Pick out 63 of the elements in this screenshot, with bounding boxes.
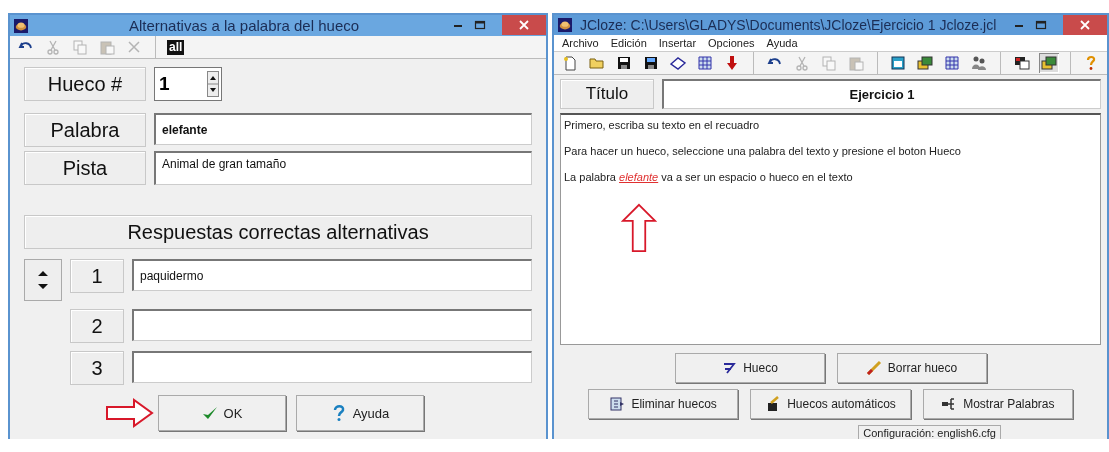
status-text: Configuración: english6.cfg <box>858 425 1001 439</box>
close-icon[interactable] <box>1080 20 1090 30</box>
delete-gaps-button[interactable]: Eliminar huecos <box>588 389 739 419</box>
grid-icon[interactable] <box>944 55 960 71</box>
pointer-arrow <box>106 398 154 428</box>
word-field[interactable]: elefante <box>154 113 532 145</box>
close-button[interactable] <box>1063 15 1107 35</box>
spin-arrows-icon[interactable] <box>207 71 219 97</box>
gap-icon[interactable] <box>721 360 738 376</box>
field-label: Palabra <box>24 113 146 147</box>
monitors-icon[interactable] <box>1040 55 1057 71</box>
window-title: Alternativas a la palabra del hueco <box>127 17 361 34</box>
gap-word: elefante <box>619 171 659 183</box>
field-label: Pista <box>24 151 146 185</box>
monitors-icon[interactable] <box>917 55 933 71</box>
pointer-arrow <box>621 203 657 253</box>
menu-item[interactable]: Archivo <box>562 37 599 49</box>
clue-field[interactable]: Animal de gran tamaño <box>154 151 532 185</box>
answer-field[interactable]: paquidermo <box>132 259 532 291</box>
answer-field[interactable] <box>132 309 532 341</box>
section-heading: Respuestas correctas alternativas <box>24 215 532 249</box>
paragraph: La palabra elefante va a ser un espacio o hueco en el texto <box>564 171 854 183</box>
spin-box[interactable]: 1 <box>154 67 222 101</box>
erase-gap-button[interactable]: Borrar hueco <box>836 353 987 383</box>
grid-icon[interactable] <box>697 55 713 71</box>
monitor-icon[interactable] <box>1013 55 1030 71</box>
menu-item[interactable]: Opciones <box>708 37 755 49</box>
menu-item[interactable]: Ayuda <box>766 37 798 49</box>
paragraph: Para hacer un hueco, seleccione una palabra del texto y presione el boton Hueco <box>564 145 962 157</box>
ok-button[interactable]: OK <box>158 395 286 431</box>
field-label: Título <box>560 79 654 109</box>
folder-icon[interactable] <box>589 55 605 71</box>
field-label: Hueco # <box>24 67 146 101</box>
app-icon <box>558 18 572 32</box>
menu-item[interactable]: Edición <box>610 37 647 49</box>
maximize-icon[interactable] <box>474 19 486 31</box>
window-title: JCloze: C:\Users\GLADYS\Documents\JCloze\Ejercicio 1 Jcloze.jcl <box>580 17 998 33</box>
auto-gaps-button[interactable]: Huecos automáticos <box>750 389 911 419</box>
checkmark-icon[interactable] <box>201 405 218 421</box>
new-file-icon[interactable] <box>562 55 578 71</box>
answer-number: 1 <box>70 259 124 293</box>
document-icon[interactable] <box>609 396 626 412</box>
down-arrow-icon[interactable] <box>724 55 740 71</box>
gap-button[interactable]: Hueco <box>674 353 825 383</box>
window-icon[interactable] <box>890 55 906 71</box>
up-down-arrows-icon[interactable] <box>36 269 50 291</box>
answer-number: 2 <box>70 309 124 343</box>
title-field[interactable]: Ejercicio 1 <box>662 79 1101 109</box>
text-editor[interactable]: Primero, escriba su texto en el recuadro Para hacer un hueco, seleccione una palabra del texto y presione el boton Hueco La palabra elefante va a ser un espacio o hueco en el texto <box>560 113 1101 345</box>
maximize-icon[interactable] <box>1035 19 1047 31</box>
select-all-button[interactable]: all <box>167 39 185 55</box>
close-icon[interactable] <box>519 20 529 30</box>
help-button[interactable]: Ayuda <box>296 395 424 431</box>
answer-field[interactable] <box>132 351 532 383</box>
reorder-button[interactable] <box>24 259 62 301</box>
people-icon[interactable] <box>971 55 987 71</box>
app-icon <box>14 18 28 33</box>
show-words-button[interactable]: Mostrar Palabras <box>922 389 1073 419</box>
answer-number: 3 <box>70 351 124 385</box>
pencil-icon[interactable] <box>865 360 882 376</box>
paragraph: Primero, escriba su texto en el recuadro <box>564 119 761 131</box>
menu-item[interactable]: Insertar <box>658 37 697 49</box>
close-button[interactable] <box>502 15 546 35</box>
